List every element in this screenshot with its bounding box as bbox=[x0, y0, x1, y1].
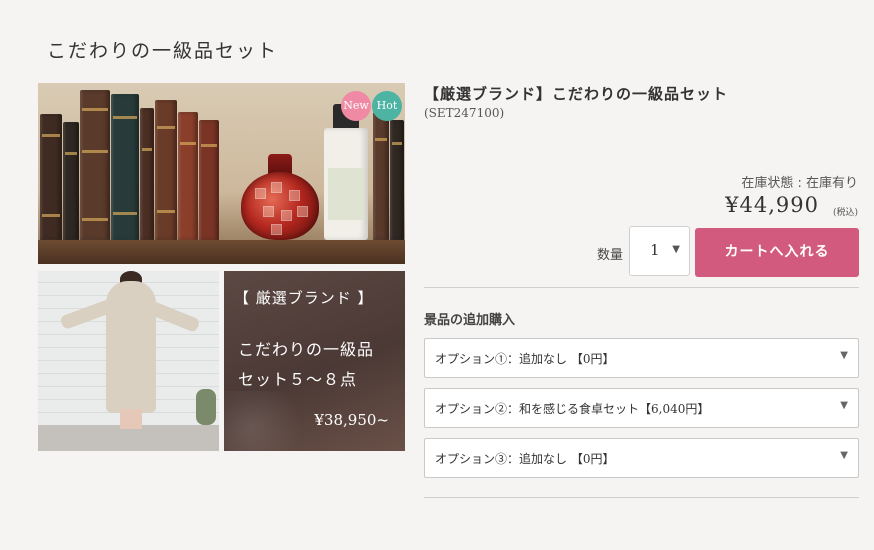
stock-status: 在庫状態 : 在庫有り bbox=[741, 176, 858, 191]
mosaic-lamp bbox=[241, 172, 319, 240]
extras-heading: 景品の追加購入 bbox=[424, 313, 516, 328]
add-to-cart-button[interactable]: カートへ入れる bbox=[695, 228, 859, 277]
hot-badge: Hot bbox=[372, 91, 402, 121]
quantity-label: 数量 bbox=[597, 248, 624, 263]
product-main-image[interactable]: New Hot bbox=[38, 83, 405, 264]
quantity-value: 1 bbox=[650, 241, 660, 259]
chevron-down-icon: ▼ bbox=[840, 450, 848, 461]
new-badge: New bbox=[341, 91, 371, 121]
option-select-1[interactable]: オプション①：追加なし 【0円】 ▼ bbox=[424, 338, 859, 378]
shelf bbox=[38, 240, 405, 264]
option-label: オプション①：追加なし 【0円】 bbox=[435, 352, 615, 366]
chevron-down-icon: ▼ bbox=[840, 400, 848, 411]
option-select-2[interactable]: オプション②：和を感じる食卓セット【6,040円】 ▼ bbox=[424, 388, 859, 428]
product-code: (SET247100) bbox=[424, 106, 505, 120]
promo-price: ¥38,950~ bbox=[314, 411, 389, 429]
chevron-down-icon: ▼ bbox=[840, 350, 848, 361]
option-select-3[interactable]: オプション③：追加なし 【0円】 ▼ bbox=[424, 438, 859, 478]
promo-banner[interactable]: 【 厳選ブランド 】 こだわりの一級品 セット５～８点 ¥38,950~ bbox=[224, 271, 405, 451]
product-name: 【厳選ブランド】こだわりの一級品セット bbox=[424, 85, 729, 103]
divider bbox=[424, 287, 859, 288]
page-title: こだわりの一級品セット bbox=[47, 40, 279, 62]
promo-title-line2: セット５～８点 bbox=[238, 370, 358, 389]
product-thumbnail-robe[interactable] bbox=[38, 271, 219, 451]
divider bbox=[424, 497, 859, 498]
promo-title-line1: こだわりの一級品 bbox=[238, 340, 375, 359]
bathrobe bbox=[106, 281, 156, 413]
quantity-select[interactable]: 1 ▼ bbox=[629, 226, 690, 276]
promo-tag: 【 厳選ブランド 】 bbox=[234, 289, 374, 307]
chevron-down-icon: ▼ bbox=[672, 244, 680, 255]
option-label: オプション②：和を感じる食卓セット【6,040円】 bbox=[435, 402, 710, 416]
promo-title: こだわりの一級品 セット５～８点 bbox=[238, 335, 374, 395]
product-price: ¥44,990 bbox=[725, 193, 819, 217]
option-label: オプション③：追加なし 【0円】 bbox=[435, 452, 615, 466]
tax-note: (税込) bbox=[832, 208, 858, 218]
